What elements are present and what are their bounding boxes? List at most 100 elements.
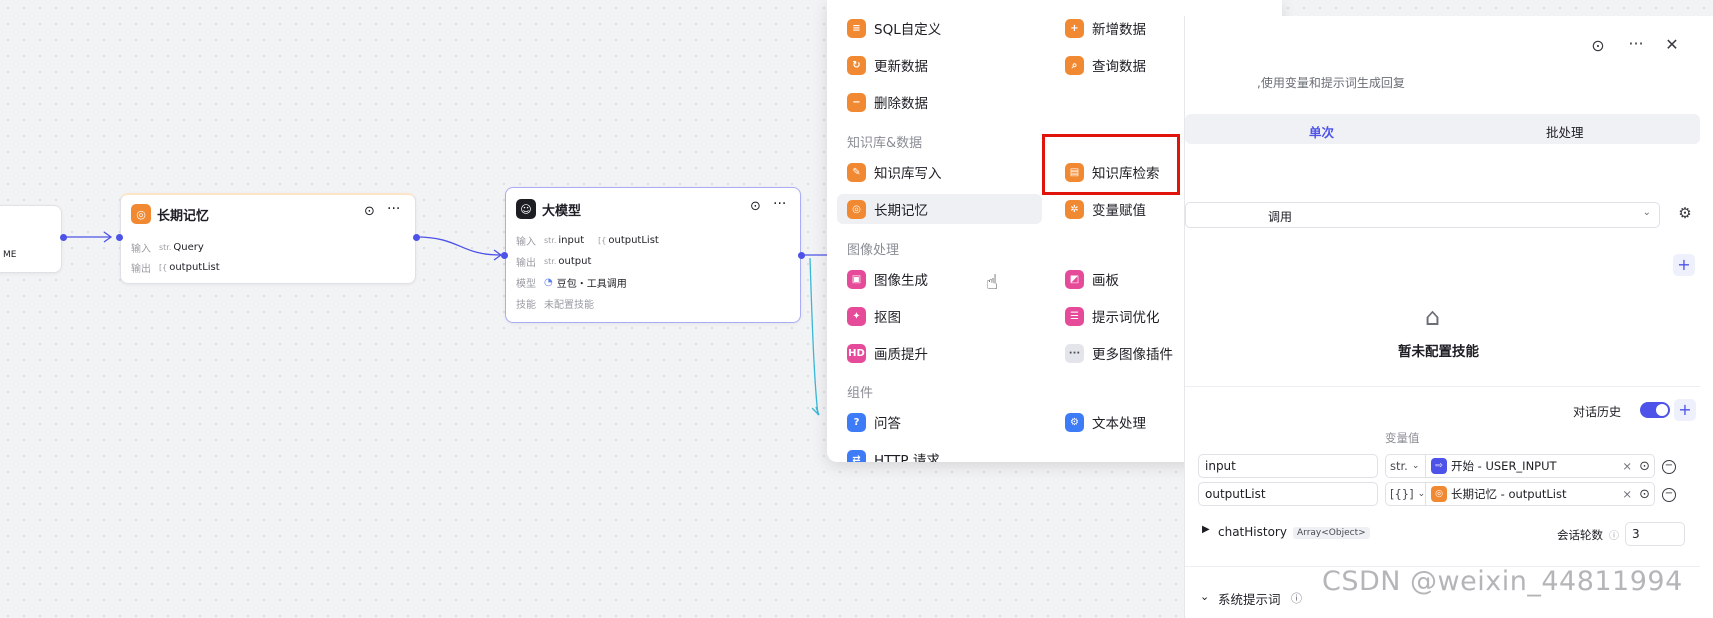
category-image: 图像处理	[847, 243, 900, 258]
database-delete-icon: −	[847, 92, 866, 112]
run-icon[interactable]: ⊙	[1588, 36, 1608, 55]
database-icon: ≡	[847, 18, 866, 38]
picker-item-label: 画质提升	[874, 347, 928, 363]
remove-input-button[interactable]: −	[1662, 460, 1676, 474]
add-input-button[interactable]: +	[1674, 399, 1696, 421]
more-icon: ···	[1065, 343, 1084, 363]
settings-icon[interactable]: ⚙	[1675, 204, 1695, 222]
prompt-optimize-icon: ☰	[1065, 306, 1084, 326]
remove-input-button[interactable]: −	[1662, 488, 1676, 502]
info-icon: ⓘ	[1291, 592, 1302, 605]
picker-item-label: HTTP 请求	[874, 453, 940, 462]
memory-node[interactable]: ◎ 长期记忆 ⊙ ··· 输入 str. Query 输出 [{ outputL…	[120, 193, 416, 284]
target-icon[interactable]: ⊙	[1639, 459, 1650, 474]
rounds-value: 3	[1632, 527, 1640, 541]
target-icon[interactable]: ⊙	[1639, 487, 1650, 502]
picker-item-quality[interactable]: HD 画质提升	[827, 338, 1032, 368]
input-name-field[interactable]: input	[1198, 454, 1378, 478]
category-component: 组件	[847, 386, 874, 401]
output-label: 输出	[131, 264, 151, 275]
memory-node-input-port[interactable]	[116, 234, 123, 241]
picker-item-qa[interactable]: ? 问答	[827, 407, 1032, 437]
start-node[interactable]: ME	[0, 205, 62, 273]
model-label: 模型	[516, 279, 536, 290]
node-config-panel: ⊙ ··· ✕ ,使用变量和提示词生成回复 单次 批处理 调用 ⌄ ⚙ + ⌂ …	[1184, 16, 1713, 618]
chevron-down-icon: ⌄	[1417, 489, 1426, 499]
input-value: Query	[173, 242, 204, 253]
memory-node-output-port[interactable]	[413, 234, 420, 241]
type-tag: str.	[544, 236, 557, 245]
more-icon[interactable]: ···	[1626, 34, 1646, 53]
clear-icon[interactable]: ×	[1622, 459, 1632, 473]
ref-value: 长期记忆 - outputList	[1451, 487, 1567, 501]
database-search-icon: ⌕	[1065, 55, 1084, 75]
memory-icon: ◎	[131, 204, 151, 224]
category-knowledge: 知识库&数据	[847, 136, 923, 151]
node-description: ,使用变量和提示词生成回复	[1257, 76, 1405, 90]
input-value: outputList	[608, 235, 659, 246]
input-name-value: outputList	[1205, 487, 1266, 501]
chevron-down-icon: ⌄	[1411, 461, 1420, 471]
mode-tabs	[1185, 114, 1700, 144]
collapse-icon[interactable]: ⌄	[1200, 590, 1209, 603]
knowledge-write-icon: ✎	[847, 162, 866, 182]
chat-history-label: 对话历史	[1573, 405, 1622, 419]
rounds-input[interactable]: 3	[1625, 522, 1685, 546]
system-prompt-label: 系统提示词	[1218, 592, 1281, 607]
rounds-label: 会话轮数	[1557, 528, 1603, 542]
http-icon: ⇄	[847, 449, 866, 462]
input-name-field[interactable]: outputList	[1198, 482, 1378, 506]
chat-history-toggle[interactable]	[1640, 402, 1670, 418]
picker-item-label: 查询数据	[1092, 59, 1146, 75]
input-label: 输入	[516, 237, 536, 248]
highlight-annotation	[1042, 134, 1180, 195]
picker-item-label: 长期记忆	[874, 203, 928, 219]
image-gen-icon: ▣	[847, 269, 866, 289]
picker-item-label: 图像生成	[874, 273, 928, 289]
model-select-value: 调用	[1268, 210, 1293, 224]
picker-item-http[interactable]: ⇄ HTTP 请求	[827, 444, 1032, 462]
picker-item-memory[interactable]: ◎ 长期记忆	[837, 194, 1042, 224]
picker-item-image-gen[interactable]: ▣ 图像生成	[827, 264, 1032, 294]
clear-icon[interactable]: ×	[1622, 487, 1632, 501]
llm-node-input-port[interactable]	[501, 252, 508, 259]
picker-item-update[interactable]: ↻ 更新数据	[827, 50, 1032, 80]
picker-item-cutout[interactable]: ✦ 抠图	[827, 301, 1032, 331]
start-node-output-port[interactable]	[60, 234, 67, 241]
picker-item-label: 知识库写入	[874, 166, 942, 182]
start-node-label: ME	[3, 250, 17, 260]
output-value: output	[558, 256, 592, 267]
model-select[interactable]: 调用 ⌄	[1185, 202, 1660, 228]
start-node-icon: ⇨	[1431, 458, 1447, 474]
picker-item-label: 更新数据	[874, 59, 928, 75]
close-icon[interactable]: ✕	[1662, 35, 1682, 54]
run-icon[interactable]: ⊙	[364, 204, 375, 219]
type-tag: [{	[598, 236, 607, 245]
picker-item-label: 变量赋值	[1092, 203, 1146, 219]
picker-item-delete[interactable]: − 删除数据	[827, 87, 1032, 117]
model-logo-icon: ◔	[544, 277, 553, 288]
input-ref-field[interactable]: str. ⌄ ⇨ 开始 - USER_INPUT × ⊙	[1385, 454, 1655, 478]
run-icon[interactable]: ⊙	[750, 199, 761, 214]
question-icon: ?	[847, 412, 866, 432]
chat-history-type: Array<Object>	[1293, 527, 1370, 539]
canvas-icon: ◩	[1065, 269, 1084, 289]
tab-single[interactable]: 单次	[1309, 122, 1334, 141]
var-value-header: 变量值	[1385, 431, 1420, 445]
type-selector[interactable]: [{}] ⌄	[1386, 483, 1426, 505]
llm-node-output-port[interactable]	[798, 252, 805, 259]
skill-label: 技能	[516, 300, 536, 311]
more-icon[interactable]: ···	[387, 201, 400, 217]
picker-item-sql[interactable]: ≡ SQL自定义	[827, 13, 1032, 43]
model-value: 豆包・工具调用	[556, 279, 627, 290]
picker-item-knowledge-write[interactable]: ✎ 知识库写入	[827, 157, 1032, 187]
input-name-value: input	[1205, 459, 1236, 473]
add-skill-button[interactable]: +	[1673, 254, 1695, 276]
skill-value: 未配置技能	[544, 300, 594, 311]
expand-arrow-icon[interactable]: ▶	[1202, 524, 1210, 535]
more-icon[interactable]: ···	[773, 196, 786, 212]
type-selector[interactable]: str. ⌄	[1386, 455, 1426, 477]
input-ref-field[interactable]: [{}] ⌄ ◎ 长期记忆 - outputList × ⊙	[1385, 482, 1655, 506]
llm-node[interactable]: ☺ 大模型 ⊙ ··· 输入 str. input [{ outputList …	[505, 187, 801, 323]
tab-batch[interactable]: 批处理	[1546, 122, 1584, 141]
